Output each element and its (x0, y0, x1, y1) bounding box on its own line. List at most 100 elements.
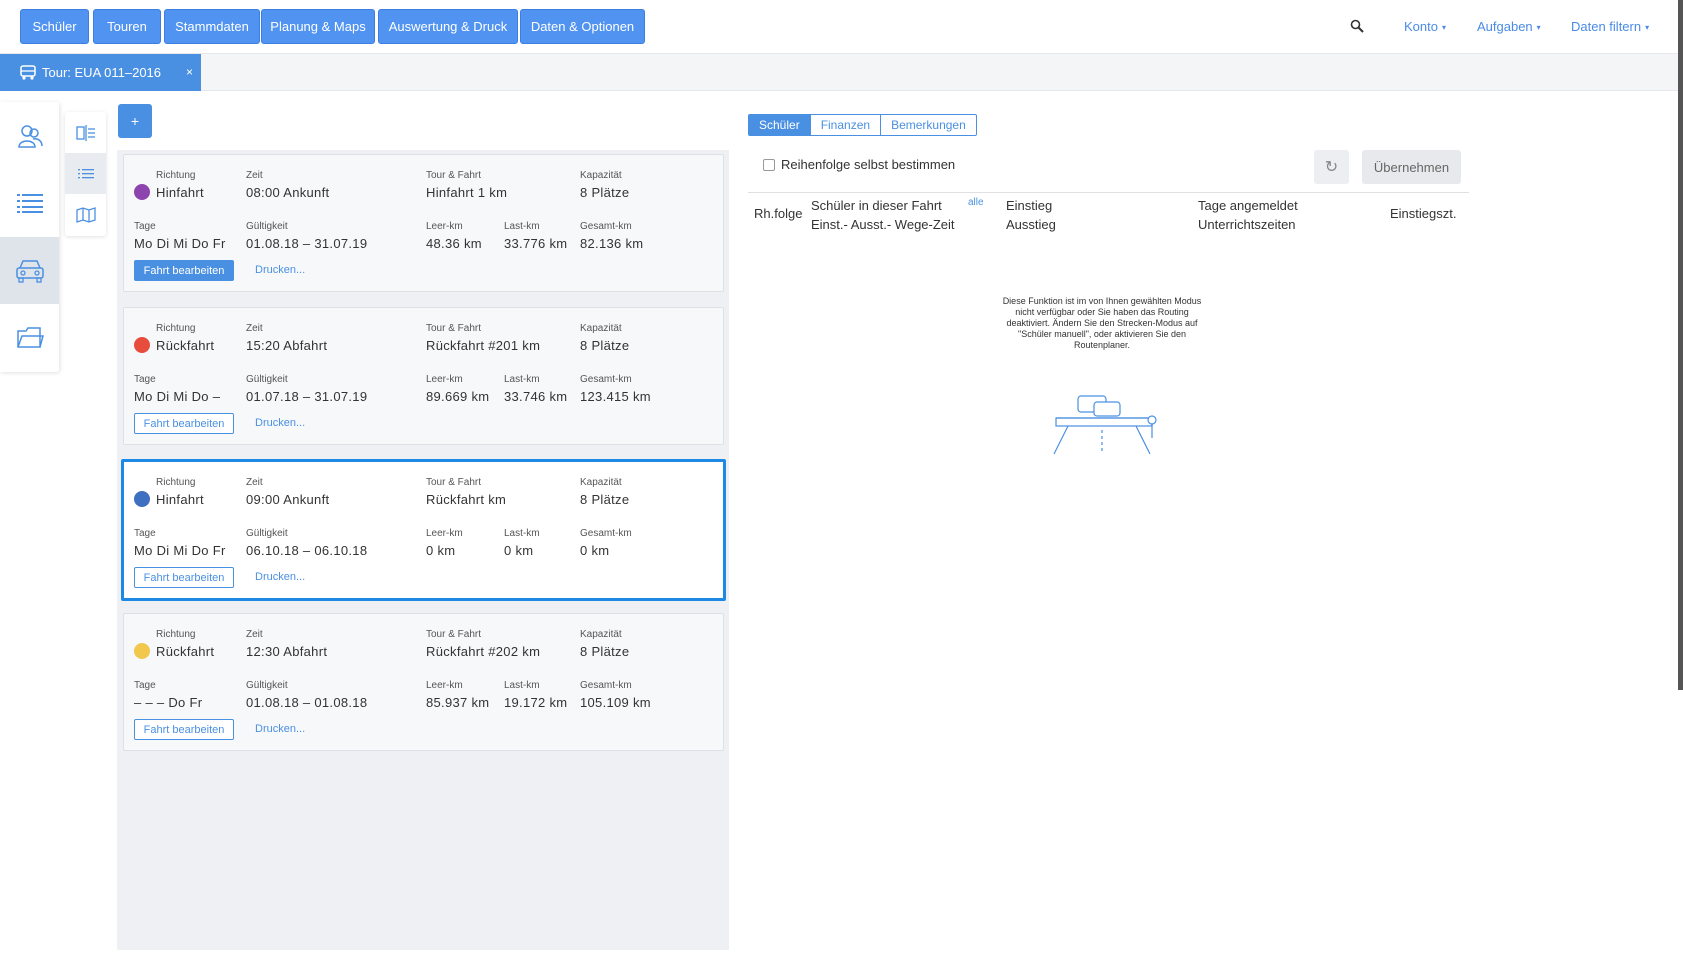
gueltigkeit-value: 01.07.18 – 31.07.19 (246, 389, 368, 404)
richtung-label: Richtung (156, 170, 196, 181)
rail-item-folder[interactable] (0, 304, 59, 371)
gesamt-label: Gesamt-km (580, 680, 632, 691)
edit-trip-button[interactable]: Fahrt bearbeiten (134, 413, 234, 434)
nav-aufgaben-label: Aufgaben (1477, 19, 1533, 34)
zeit-value: 08:00 Ankunft (246, 185, 330, 200)
zeit-value: 15:20 Abfahrt (246, 338, 328, 353)
tage-value: Mo Di Mi Do Fr (134, 236, 226, 251)
routing-info-message: Diese Funktion ist im von Ihnen gewählte… (990, 296, 1214, 351)
col-header-tage: Tage angemeldet (1198, 198, 1298, 213)
divider (748, 192, 1469, 193)
richtung-label: Richtung (156, 629, 196, 640)
chevron-down-icon: ▾ (1645, 23, 1650, 33)
alle-link[interactable]: alle (968, 197, 984, 208)
nav-konto-link[interactable]: Konto ▾ (1404, 19, 1446, 34)
tage-value: – – – Do Fr (134, 695, 203, 710)
apply-button[interactable]: Übernehmen (1362, 150, 1461, 184)
gueltigkeit-value: 06.10.18 – 06.10.18 (246, 543, 368, 558)
last-label: Last-km (504, 528, 540, 539)
last-value: 33.746 km (504, 389, 568, 404)
list-icon (77, 168, 94, 178)
direction-dot (134, 337, 150, 353)
kapazitaet-value: 8 Plätze (580, 338, 630, 353)
tour-value: Rückfahrt km (426, 492, 507, 507)
trip-card[interactable]: Richtung Rückfahrt Zeit 12:30 Abfahrt To… (123, 613, 724, 751)
info-line: Diese Funktion ist im von Ihnen gewählte… (1002, 296, 1202, 306)
gueltigkeit-label: Gültigkeit (246, 528, 288, 539)
tab-strip: Tour: EUA 011–2016 × (0, 54, 1678, 91)
tage-label: Tage (134, 221, 156, 232)
road-barrier-illustration (1053, 395, 1157, 455)
kapazitaet-value: 8 Plätze (580, 185, 630, 200)
nav-schueler-button[interactable]: Schüler (20, 9, 89, 44)
rail-item-users[interactable] (0, 102, 59, 169)
tage-label: Tage (134, 528, 156, 539)
gesamt-value: 105.109 km (580, 695, 651, 710)
kapazitaet-label: Kapazität (580, 629, 622, 640)
tour-value: Hinfahrt 1 km (426, 185, 508, 200)
tour-label: Tour & Fahrt (426, 170, 482, 181)
nav-auswertung-button[interactable]: Auswertung & Druck (378, 9, 518, 44)
nav-daten-optionen-button[interactable]: Daten & Optionen (520, 9, 645, 44)
zeit-label: Zeit (246, 477, 263, 488)
tab-tour-label: Tour: EUA 011–2016 (42, 65, 162, 80)
print-link[interactable]: Drucken... (255, 723, 305, 735)
col-header-rh: Rh.folge (754, 206, 803, 221)
rail-item-bus[interactable] (0, 237, 59, 304)
info-line: nicht verfügbar oder Sie haben das Routi… (1015, 307, 1189, 317)
col-header-einstiegszt: Einstiegszt. (1390, 206, 1457, 221)
tour-label: Tour & Fahrt (426, 629, 482, 640)
leer-value: 89.669 km (426, 389, 490, 404)
edit-trip-button[interactable]: Fahrt bearbeiten (134, 567, 234, 588)
info-line: deaktiviert. Ändern Sie den Strecken-Mod… (1006, 318, 1198, 328)
tab-finanzen[interactable]: Finanzen (811, 115, 882, 135)
list-icon (16, 193, 43, 213)
kapazitaet-label: Kapazität (580, 323, 622, 334)
chevron-down-icon: ▾ (1536, 23, 1541, 33)
nav-stammdaten-button[interactable]: Stammdaten (164, 9, 260, 44)
tab-bemerkungen[interactable]: Bemerkungen (881, 115, 976, 135)
bus-icon (15, 259, 44, 283)
nav-planung-button[interactable]: Planung & Maps (261, 9, 375, 44)
trip-card-selected[interactable]: Richtung Hinfahrt Zeit 09:00 Ankunft Tou… (121, 459, 726, 601)
nav-aufgaben-link[interactable]: Aufgaben ▾ (1477, 19, 1541, 34)
edit-trip-button[interactable]: Fahrt bearbeiten (134, 719, 234, 740)
kapazitaet-value: 8 Plätze (580, 644, 630, 659)
print-link[interactable]: Drucken... (255, 264, 305, 276)
last-value: 0 km (504, 543, 534, 558)
split-view-button[interactable] (65, 112, 106, 153)
close-icon[interactable]: × (186, 65, 193, 79)
list-view-button[interactable] (65, 153, 106, 194)
nav-daten-filtern-link[interactable]: Daten filtern ▾ (1571, 19, 1649, 34)
nav-touren-button[interactable]: Touren (93, 9, 161, 44)
richtung-value: Rückfahrt (156, 338, 215, 353)
last-label: Last-km (504, 374, 540, 385)
search-icon[interactable] (1350, 19, 1364, 33)
rail-item-list[interactable] (0, 169, 59, 236)
trip-card[interactable]: Richtung Hinfahrt Zeit 08:00 Ankunft Tou… (123, 154, 724, 292)
print-link[interactable]: Drucken... (255, 417, 305, 429)
tage-value: Mo Di Mi Do Fr (134, 543, 226, 558)
direction-dot (134, 184, 150, 200)
add-trip-button[interactable]: + (118, 104, 152, 138)
view-switcher (65, 112, 106, 236)
map-view-button[interactable] (65, 194, 106, 235)
gesamt-label: Gesamt-km (580, 374, 632, 385)
print-link[interactable]: Drucken... (255, 571, 305, 583)
tab-tour[interactable]: Tour: EUA 011–2016 × (0, 54, 201, 91)
last-value: 33.776 km (504, 236, 568, 251)
leer-label: Leer-km (426, 374, 463, 385)
trip-card[interactable]: Richtung Rückfahrt Zeit 15:20 Abfahrt To… (123, 307, 724, 445)
gueltigkeit-value: 01.08.18 – 31.07.19 (246, 236, 368, 251)
refresh-icon: ↻ (1324, 159, 1339, 176)
order-checkbox-label: Reihenfolge selbst bestimmen (781, 157, 956, 172)
gesamt-label: Gesamt-km (580, 221, 632, 232)
order-checkbox[interactable] (763, 159, 775, 171)
nav-daten-filtern-label: Daten filtern (1571, 19, 1642, 34)
tage-label: Tage (134, 680, 156, 691)
gesamt-value: 82.136 km (580, 236, 644, 251)
tab-schueler[interactable]: Schüler (749, 115, 811, 135)
edit-trip-button[interactable]: Fahrt bearbeiten (134, 260, 234, 281)
refresh-button[interactable]: ↻ (1314, 150, 1349, 184)
scrollbar[interactable] (1678, 0, 1683, 690)
